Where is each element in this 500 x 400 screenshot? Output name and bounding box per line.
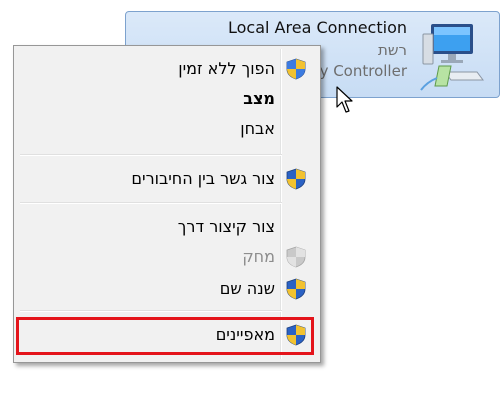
menu-item-label: אבחן bbox=[240, 119, 275, 138]
uac-shield-icon bbox=[286, 168, 306, 190]
mouse-cursor-icon bbox=[336, 86, 353, 113]
uac-shield-icon bbox=[286, 246, 306, 268]
menu-item-label: מחק bbox=[242, 247, 275, 266]
menu-separator bbox=[20, 310, 282, 312]
context-menu: הפוך ללא זמין מצב אבחן צור גשר בין החיבו… bbox=[13, 45, 321, 363]
menu-item-create-shortcut[interactable]: צור קיצור דרך bbox=[17, 212, 317, 242]
menu-item-status[interactable]: מצב bbox=[17, 84, 317, 114]
uac-shield-icon bbox=[286, 58, 306, 80]
connection-name: Local Area Connection bbox=[228, 18, 407, 37]
menu-item-label: מצב bbox=[243, 89, 275, 108]
menu-item-label: שנה שם bbox=[219, 279, 275, 298]
connection-network-status: רשת bbox=[378, 41, 407, 59]
menu-item-diagnose[interactable]: אבחן bbox=[17, 114, 317, 144]
menu-item-bridge-connections[interactable]: צור גשר בין החיבורים bbox=[17, 164, 317, 194]
uac-shield-icon bbox=[286, 278, 306, 300]
connection-device: y Controller bbox=[319, 62, 407, 80]
menu-item-label: הפוך ללא זמין bbox=[178, 59, 275, 78]
menu-item-rename[interactable]: שנה שם bbox=[17, 274, 317, 304]
menu-separator bbox=[20, 154, 282, 156]
menu-item-disable[interactable]: הפוך ללא זמין bbox=[17, 54, 317, 84]
menu-separator bbox=[20, 202, 282, 204]
properties-highlight-box bbox=[16, 317, 314, 355]
network-adapter-icon bbox=[420, 24, 484, 91]
menu-item-label: צור גשר בין החיבורים bbox=[131, 169, 275, 188]
menu-item-label: צור קיצור דרך bbox=[177, 217, 275, 236]
menu-item-delete: מחק bbox=[17, 242, 317, 272]
